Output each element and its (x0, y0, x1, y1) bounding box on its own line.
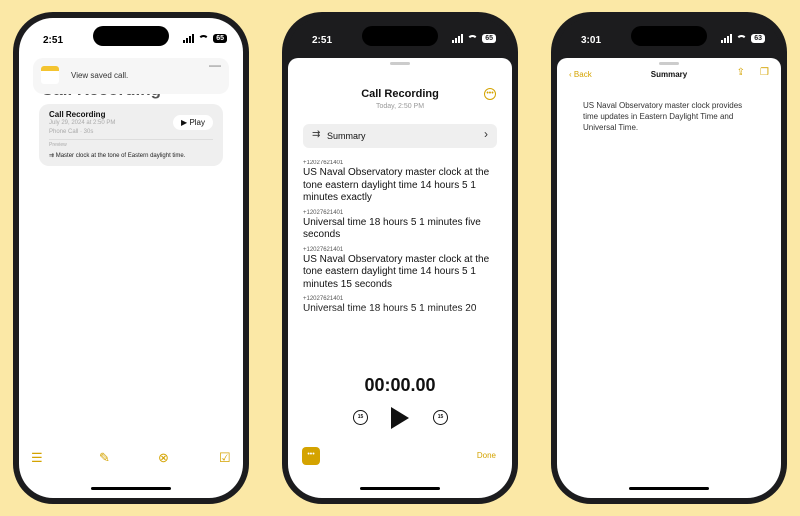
notes-app-icon (41, 66, 59, 84)
sheet-subtitle: Today, 2:50 PM (375, 103, 425, 110)
battery-icon: 65 (213, 34, 227, 43)
recording-sheet: Call Recording Today, 2:50 PM ••• ⇉ Summ… (288, 58, 512, 498)
status-bar: 2:51 65 (19, 18, 243, 58)
status-indicators: 65 (183, 34, 227, 43)
summary-screen: 3:01 63 ‹ Back Summary ⇪ ❐ US Naval Obse… (557, 18, 781, 498)
recording-meta: Phone Call · 30s (49, 129, 94, 135)
sheet-grabber[interactable] (659, 62, 679, 65)
compass-icon[interactable]: ⊗ (158, 450, 169, 466)
cellular-signal-icon (452, 34, 464, 43)
summary-icon: ⇉ (49, 153, 55, 159)
summary-row[interactable]: ⇉ Summary › (303, 124, 497, 148)
status-bar: 2:51 65 (288, 18, 512, 58)
sheet-title: Call Recording (361, 88, 439, 100)
recording-card[interactable]: Call Recording July 29, 2024 at 2:50 PM … (39, 104, 223, 166)
caller-number: +12027621401 (303, 209, 344, 216)
phone-call-recording: 2:51 65 Call Recording Today, 2:50 PM ••… (282, 12, 518, 504)
skip-forward-icon[interactable]: 15 (433, 410, 448, 425)
done-button[interactable]: Done (477, 451, 496, 460)
home-indicator (360, 487, 440, 490)
compose-icon[interactable]: ☑ (219, 450, 231, 466)
summary-text: US Naval Observatory master clock provid… (583, 101, 743, 132)
notes-screen: 2:51 65 Call Recording View saved call. … (19, 18, 243, 498)
checklist-icon[interactable]: ☰ (31, 450, 43, 466)
transcript-segment: +12027621401 Universal time 18 hours 5 1… (303, 210, 497, 242)
wifi-icon (736, 34, 748, 43)
summary-icon: ⇉ (312, 129, 321, 140)
battery-icon: 65 (482, 34, 496, 43)
transcript-text: US Naval Observatory master clock at the… (303, 253, 490, 290)
battery-icon: 63 (751, 34, 765, 43)
summary-preview-text: Master clock at the tone of Eastern dayl… (55, 153, 186, 159)
notes-toolbar: ☰ ✎ ⊗ ☑ (19, 450, 243, 468)
status-time: 3:01 (581, 35, 602, 46)
toast-more-icon: ▬▬ (209, 63, 221, 69)
play-label: Play (189, 118, 205, 127)
status-bar: 3:01 63 (557, 18, 781, 58)
status-time: 2:51 (312, 35, 333, 46)
transcript-text: US Naval Observatory master clock at the… (303, 167, 490, 203)
home-indicator (91, 487, 171, 490)
status-indicators: 65 (452, 34, 496, 43)
phone-notes: 2:51 65 Call Recording View saved call. … (13, 12, 249, 504)
recording-screen: 2:51 65 Call Recording Today, 2:50 PM ••… (288, 18, 512, 498)
transcript-text: Universal time 18 hours 5 1 minutes five… (303, 216, 481, 241)
more-options-icon[interactable]: ••• (484, 88, 496, 100)
summary-label: Summary (327, 131, 366, 141)
share-icon[interactable]: ⇪ (737, 67, 745, 78)
play-icon: ▶ (181, 118, 188, 127)
nav-title: Summary (650, 70, 688, 79)
cellular-signal-icon (721, 34, 733, 43)
chat-icon[interactable]: ••• (302, 447, 320, 465)
playback-timer: 00:00.00 (364, 375, 436, 395)
recording-title: Call Recording (49, 110, 106, 119)
card-divider (49, 139, 213, 140)
status-indicators: 63 (721, 34, 765, 43)
transcript-segment: +12027621401 US Naval Observatory master… (303, 160, 497, 205)
dynamic-island (362, 26, 438, 46)
dynamic-island (631, 26, 707, 46)
dynamic-island (93, 26, 169, 46)
transcript-list[interactable]: +12027621401 US Naval Observatory master… (303, 160, 497, 336)
preview-label: Preview (49, 142, 67, 148)
play-button[interactable]: ▶ Play (173, 115, 213, 130)
sheet-grabber[interactable] (390, 62, 410, 65)
transcript-segment: +12027621401 US Naval Observatory master… (303, 247, 497, 292)
battery-level: 63 (754, 35, 762, 42)
home-indicator (629, 487, 709, 490)
skip-back-icon[interactable]: 15 (353, 410, 368, 425)
copy-icon[interactable]: ❐ (760, 67, 769, 78)
transcript-fade (303, 306, 497, 336)
caller-number: +12027621401 (303, 160, 344, 166)
paperclip-icon[interactable]: ✎ (99, 450, 110, 466)
battery-level: 65 (485, 35, 493, 42)
recording-date: July 29, 2024 at 2:50 PM (49, 120, 116, 126)
play-icon[interactable] (391, 407, 409, 429)
wifi-icon (467, 34, 479, 43)
toast-text: View saved call. (71, 71, 129, 80)
playback-controls: 15 15 (288, 404, 512, 432)
battery-level: 65 (216, 35, 224, 42)
phone-summary: 3:01 63 ‹ Back Summary ⇪ ❐ US Naval Obse… (551, 12, 787, 504)
chevron-right-icon: › (484, 127, 488, 141)
status-time: 2:51 (43, 35, 64, 46)
caller-number: +12027621401 (303, 246, 344, 253)
cellular-signal-icon (183, 34, 195, 43)
caller-number: +12027621401 (303, 296, 344, 302)
summary-preview: ⇉ Master clock at the tone of Eastern da… (49, 152, 185, 159)
saved-call-toast[interactable]: View saved call. ▬▬ (33, 58, 229, 94)
wifi-icon (198, 34, 210, 43)
